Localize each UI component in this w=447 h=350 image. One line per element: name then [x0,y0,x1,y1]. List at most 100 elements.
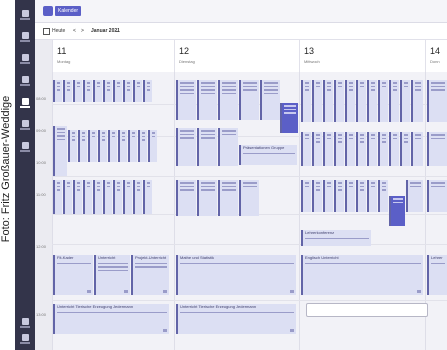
event-block[interactable] [93,180,102,214]
event-block[interactable] [108,130,117,162]
event-block[interactable] [148,130,157,162]
event-block[interactable] [88,130,97,162]
event-block[interactable] [356,180,366,212]
event-block[interactable] [334,80,344,122]
event-block[interactable] [323,132,333,166]
event-block[interactable] [118,130,127,162]
event-block[interactable] [138,130,147,162]
next-week-button[interactable]: > [81,28,84,34]
event-block[interactable] [411,132,423,166]
event-block[interactable] [427,132,447,166]
event-block[interactable] [53,80,62,102]
event-block[interactable] [367,132,377,166]
event-block[interactable] [133,80,142,102]
rail-files-icon[interactable] [19,142,31,152]
event-block[interactable] [301,180,311,212]
event-block[interactable] [334,132,344,166]
day-header-wednesday[interactable]: 13 Mittwoch [299,40,426,73]
event-block[interactable]: Lehrer [427,255,447,295]
event-block[interactable] [389,132,399,166]
rail-apps-icon[interactable] [19,318,31,328]
event-block[interactable] [197,128,217,166]
event-block[interactable] [260,80,280,120]
event-block[interactable] [83,80,92,102]
event-block[interactable] [53,180,62,214]
event-block[interactable] [143,180,152,214]
event-block[interactable] [378,80,388,122]
event-block[interactable] [78,130,87,162]
event-block[interactable] [312,80,322,122]
event-block[interactable] [378,180,388,212]
event-block[interactable] [323,180,333,212]
event-block[interactable] [218,128,238,166]
event-block[interactable] [427,80,447,122]
today-button[interactable]: Heute [52,28,65,34]
event-block[interactable] [400,80,410,122]
event-block[interactable] [301,132,311,166]
calendar-icon[interactable] [43,28,50,35]
event-block[interactable] [123,80,132,102]
event-block[interactable]: Fit-Kader [53,255,93,295]
event-block[interactable] [378,132,388,166]
event-block[interactable] [123,180,132,214]
event-block[interactable] [176,180,196,216]
event-block[interactable] [103,180,112,214]
event-block[interactable] [367,180,377,212]
event-block-selected[interactable] [389,196,405,226]
rail-calls-icon[interactable] [19,120,31,130]
event-block[interactable]: Unterricht Tierische Erzeugung Jedermann [176,304,296,334]
event-block[interactable] [176,80,196,120]
event-block[interactable] [239,180,259,216]
event-block[interactable] [427,180,447,212]
event-block[interactable] [400,132,410,166]
event-block[interactable] [218,180,238,216]
event-block-selected[interactable] [280,103,298,133]
event-block[interactable] [93,80,102,102]
event-block[interactable] [143,80,152,102]
event-block[interactable] [411,80,423,122]
previous-week-button[interactable]: < [73,28,76,34]
event-block[interactable] [301,80,311,122]
rail-calendar-icon[interactable] [19,98,31,108]
rail-chat-icon[interactable] [19,32,31,42]
event-block[interactable] [83,180,92,214]
event-block[interactable]: Unterricht Tierische Erzeugung Jedermann [53,304,169,334]
event-block[interactable] [128,130,137,162]
event-block[interactable]: Lehrerkonferenz [301,230,371,246]
event-block[interactable] [218,80,238,120]
event-block[interactable]: Englisch Unterricht [301,255,423,295]
event-block[interactable]: Mathe und Statistik [176,255,296,295]
event-block[interactable]: Präsentationen Gruppe [239,145,297,165]
event-block[interactable] [103,80,112,102]
day-header-monday[interactable]: 11 Montag [52,40,175,73]
chevron-down-icon[interactable]: ⌄ [115,28,119,34]
event-block[interactable] [197,80,217,120]
event-block[interactable] [98,130,107,162]
event-block[interactable] [345,180,355,212]
event-block[interactable] [345,132,355,166]
day-header-tuesday[interactable]: 12 Dienstag [174,40,300,73]
event-block[interactable] [406,180,423,212]
event-block[interactable] [53,126,67,176]
event-block[interactable] [73,80,82,102]
event-block[interactable] [63,180,72,214]
event-block[interactable] [356,80,366,122]
day-header-thursday[interactable]: 14 Donn [425,40,447,73]
event-block[interactable] [63,80,72,102]
event-block[interactable] [113,180,122,214]
event-block[interactable] [239,80,259,120]
event-block[interactable]: Unterricht [94,255,130,295]
event-block[interactable] [367,80,377,122]
event-block[interactable]: Projekt-Unterricht [131,255,169,295]
compose-input[interactable] [306,303,428,317]
rail-activity-icon[interactable] [19,10,31,20]
event-block[interactable] [334,180,344,212]
event-block[interactable] [323,80,333,122]
event-block[interactable] [345,80,355,122]
rail-assignments-icon[interactable] [19,76,31,86]
rail-teams-icon[interactable] [19,54,31,64]
event-block[interactable] [356,132,366,166]
event-block[interactable] [176,128,196,166]
rail-help-icon[interactable] [19,334,31,344]
event-block[interactable] [312,180,322,212]
